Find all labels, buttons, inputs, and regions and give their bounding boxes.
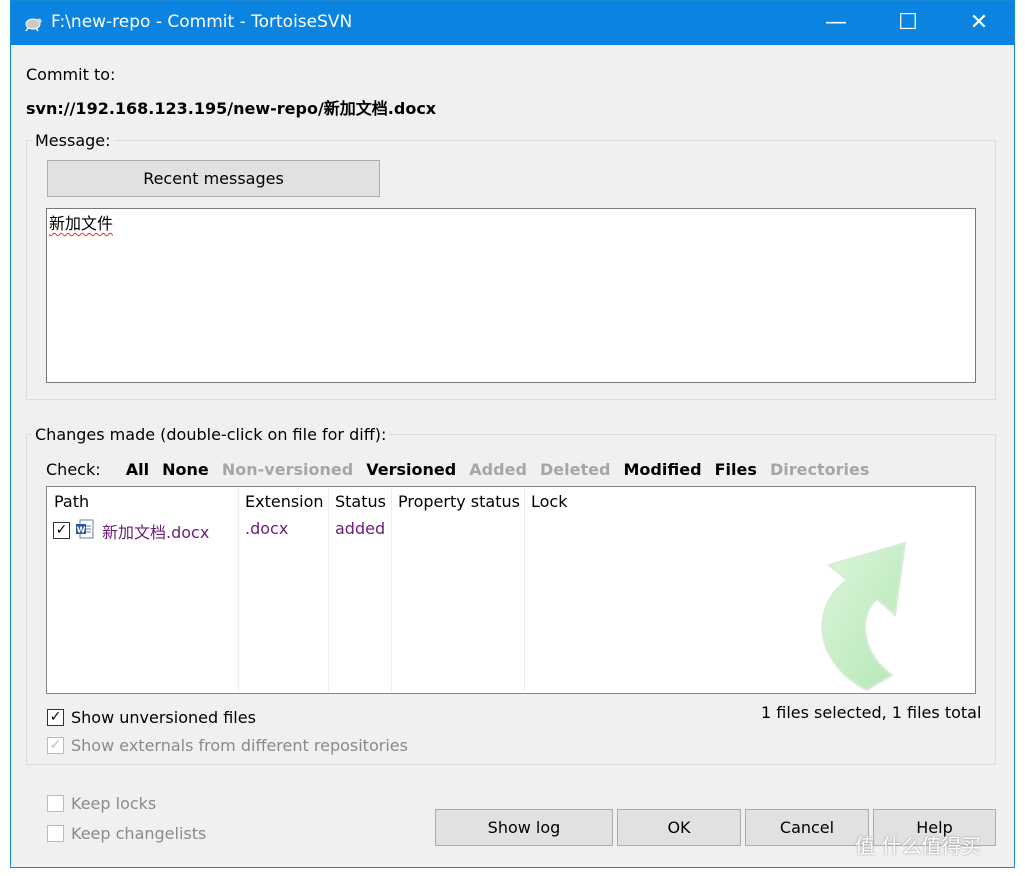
title-bar[interactable]: F:\new-repo - Commit - TortoiseSVN — ☐ ✕ xyxy=(11,1,1014,45)
check-filter-row: Check: All None Non-versioned Versioned … xyxy=(46,460,877,479)
changes-list[interactable]: Path Extension Status Property status Lo… xyxy=(46,486,976,694)
changes-group-label: Changes made (double-click on file for d… xyxy=(32,425,390,444)
message-group-label: Message: xyxy=(32,131,114,150)
keep-locks-label: Keep locks xyxy=(71,794,157,813)
filter-added[interactable]: Added xyxy=(469,460,527,479)
show-externals-checkbox[interactable]: ✓ xyxy=(47,737,64,754)
cancel-button[interactable]: Cancel xyxy=(745,809,869,846)
check-label: Check: xyxy=(46,460,101,479)
keep-changelists-checkbox[interactable] xyxy=(47,825,64,842)
filter-all[interactable]: All xyxy=(126,460,149,479)
recent-messages-button[interactable]: Recent messages xyxy=(47,160,380,197)
filter-modified[interactable]: Modified xyxy=(624,460,702,479)
filter-deleted[interactable]: Deleted xyxy=(540,460,610,479)
show-externals-label: Show externals from different repositori… xyxy=(71,736,408,755)
maximize-button[interactable]: ☐ xyxy=(873,1,943,45)
message-textarea[interactable]: 新加文件 xyxy=(46,208,976,383)
minimize-button[interactable]: — xyxy=(801,1,871,45)
filter-non-versioned[interactable]: Non-versioned xyxy=(222,460,353,479)
commit-dialog: F:\new-repo - Commit - TortoiseSVN — ☐ ✕… xyxy=(10,0,1015,868)
show-unversioned-label: Show unversioned files xyxy=(71,708,256,727)
message-text: 新加文件 xyxy=(49,214,114,233)
tortoise-icon xyxy=(25,18,42,32)
column-divider[interactable] xyxy=(238,488,239,692)
commit-url: svn://192.168.123.195/new-repo/新加文档.docx xyxy=(26,99,437,118)
row-status: added xyxy=(335,519,386,538)
keep-changelists-label: Keep changelists xyxy=(71,824,207,843)
row-path: 新加文档.docx xyxy=(102,523,210,542)
column-divider[interactable] xyxy=(391,488,392,692)
column-divider[interactable] xyxy=(328,488,329,692)
column-divider[interactable] xyxy=(524,488,525,692)
column-header-property-status[interactable]: Property status xyxy=(398,492,520,511)
filter-none[interactable]: None xyxy=(162,460,209,479)
filter-files[interactable]: Files xyxy=(715,460,757,479)
commit-arrow-icon xyxy=(821,541,907,692)
show-log-button[interactable]: Show log xyxy=(435,809,613,846)
svg-text:W: W xyxy=(77,526,86,535)
column-header-status[interactable]: Status xyxy=(335,492,386,511)
row-extension: .docx xyxy=(245,519,289,538)
commit-to-label: Commit to: xyxy=(26,65,116,84)
keep-locks-checkbox[interactable] xyxy=(47,795,64,812)
window-title: F:\new-repo - Commit - TortoiseSVN xyxy=(51,12,353,32)
word-document-icon: W xyxy=(76,519,94,539)
row-checkbox[interactable]: ✓ xyxy=(53,522,70,539)
ok-button[interactable]: OK xyxy=(617,809,741,846)
close-button[interactable]: ✕ xyxy=(944,1,1014,45)
filter-directories[interactable]: Directories xyxy=(770,460,869,479)
watermark: 值 什么值得买 xyxy=(855,834,982,858)
selection-summary: 1 files selected, 1 files total xyxy=(761,703,982,722)
column-header-extension[interactable]: Extension xyxy=(245,492,324,511)
column-header-path[interactable]: Path xyxy=(54,492,89,511)
show-unversioned-checkbox[interactable]: ✓ xyxy=(47,709,64,726)
column-header-lock[interactable]: Lock xyxy=(531,492,567,511)
filter-versioned[interactable]: Versioned xyxy=(366,460,456,479)
